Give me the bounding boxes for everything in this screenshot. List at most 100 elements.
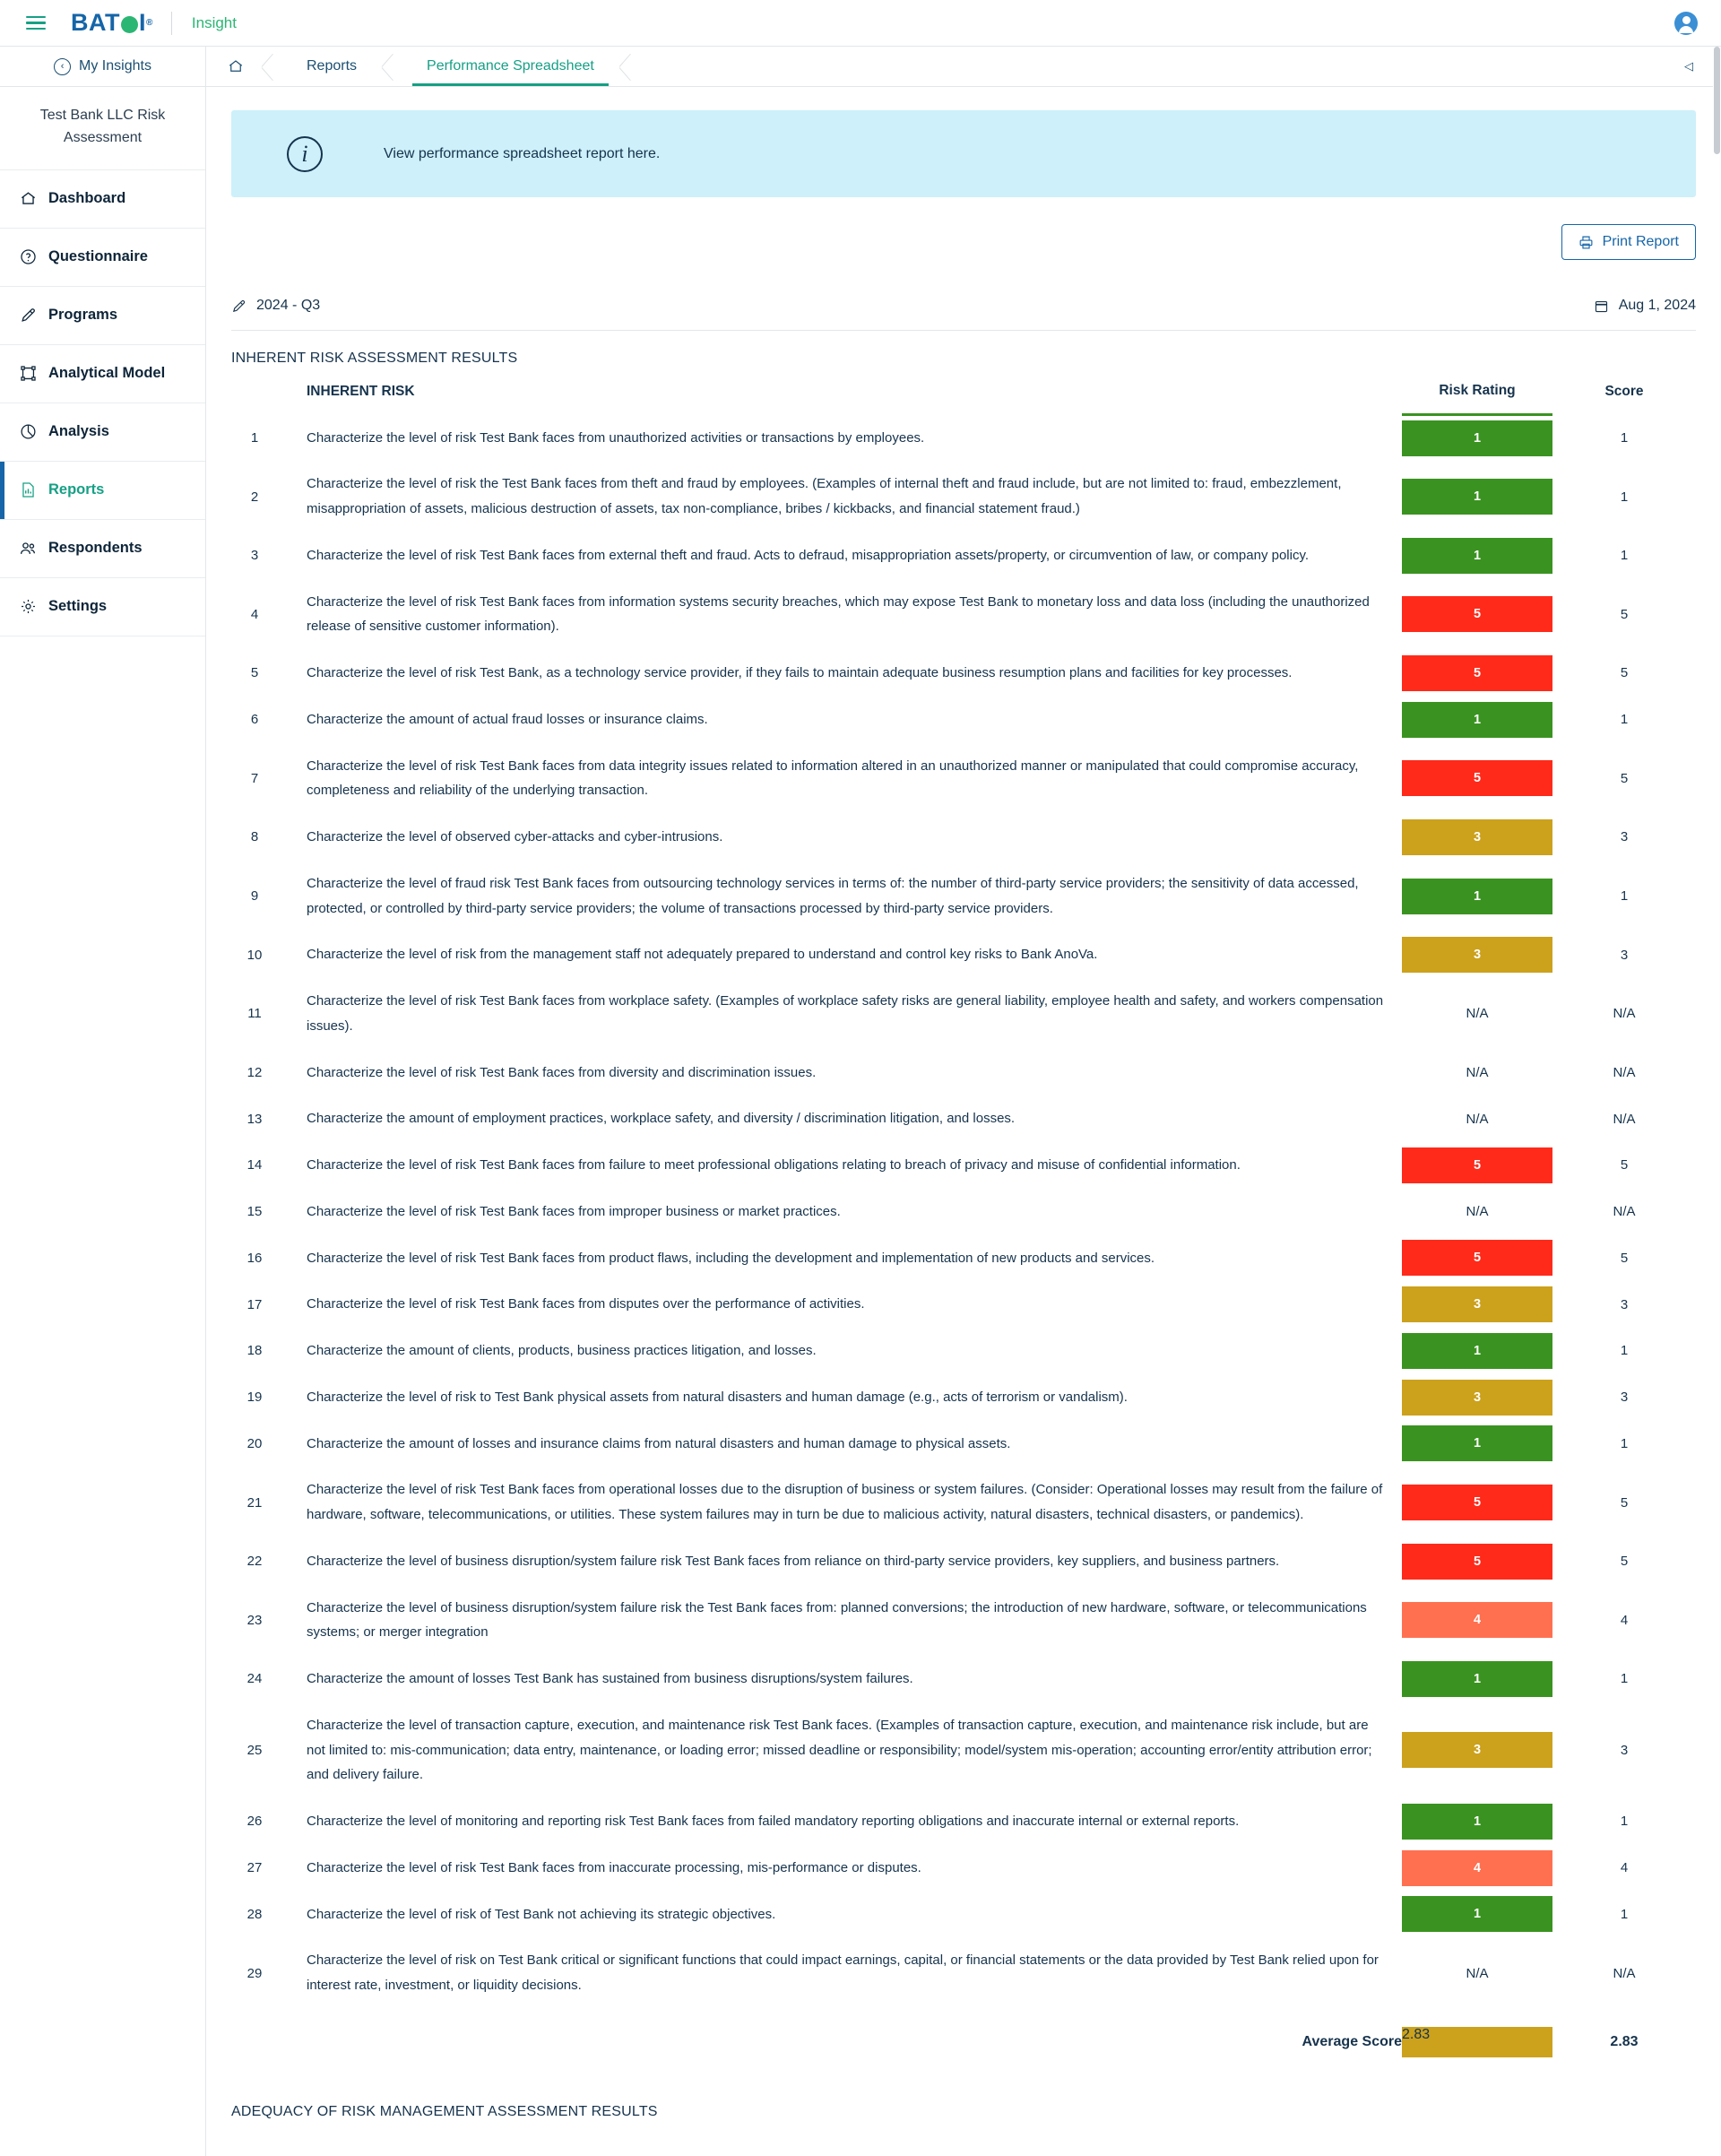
main-content: i View performance spreadsheet report he… (206, 87, 1721, 2156)
row-score-value: N/A (1613, 1965, 1636, 1981)
sidebar-item-programs[interactable]: Programs (0, 287, 205, 345)
sidebar-item-questionnaire[interactable]: Questionnaire (0, 229, 205, 287)
row-index: 15 (246, 1204, 263, 1220)
row-risk-rating-cell: N/A (1402, 1189, 1552, 1235)
row-risk-rating-cell: N/A (1402, 978, 1552, 1050)
row-risk-rating-cell: N/A (1402, 1050, 1552, 1096)
row-risk-rating-value: 3 (1402, 818, 1552, 855)
row-question-text: Characterize the level of risk Test Bank… (307, 1296, 865, 1312)
report-period-label: 2024 - Q3 (256, 298, 321, 313)
row-risk-rating-value: 3 (1402, 1732, 1552, 1769)
user-avatar-icon[interactable] (1674, 11, 1698, 35)
breadcrumb-item-performance-spreadsheet[interactable]: Performance Spreadsheet (403, 47, 618, 86)
page-scrollbar[interactable] (1713, 47, 1721, 2156)
table-row: 17 Characterize the level of risk Test Ba… (231, 1281, 1696, 1328)
sidebar-item-settings[interactable]: Settings (0, 578, 205, 636)
table-row: 13 Characterize the amount of employment … (231, 1095, 1696, 1142)
row-score-value: 5 (1620, 1250, 1629, 1266)
row-risk-rating-value: 1 (1402, 1803, 1552, 1840)
row-question-text: Characterize the level of risk Test Bank… (307, 1482, 1383, 1522)
row-question-text: Characterize the level of monitoring and… (307, 1814, 1240, 1829)
circle-back-arrow-icon: ‹ (54, 57, 72, 75)
row-score-value: 1 (1620, 1671, 1629, 1687)
row-score-value: 1 (1620, 1814, 1629, 1830)
row-score-value: 1 (1620, 489, 1629, 505)
table-row: 8 Characterize the level of observed cybe… (231, 814, 1696, 861)
row-score-value: 4 (1620, 1860, 1629, 1876)
row-risk-rating-cell: 4 (1402, 1585, 1552, 1657)
row-score-value: 5 (1620, 665, 1629, 681)
org-title: Test Bank LLC Risk Assessment (0, 87, 205, 170)
pie-chart-icon (18, 422, 38, 442)
row-question-text: Characterize the amount of clients, prod… (307, 1343, 817, 1358)
row-score-value: N/A (1613, 1006, 1636, 1022)
row-index: 21 (246, 1494, 263, 1511)
row-score-value: 3 (1620, 829, 1629, 845)
sidebar-item-analytical-model[interactable]: Analytical Model (0, 345, 205, 403)
print-report-label: Print Report (1602, 234, 1679, 249)
breadcrumb-separator (380, 47, 403, 87)
column-header-risk-rating: Risk Rating (1402, 367, 1552, 416)
row-risk-rating-value: 5 (1402, 1485, 1552, 1520)
table-row: 1 Characterize the level of risk Test Ban… (231, 415, 1696, 462)
row-question-text: Characterize the level of risk Test Bank… (307, 593, 1370, 635)
section-title-adequacy-of-risk-management: ADEQUACY OF RISK MANAGEMENT ASSESSMENT R… (231, 2103, 658, 2119)
row-question-text: Characterize the level of risk to Test B… (307, 1389, 1128, 1405)
row-risk-rating-cell: 3 (1402, 814, 1552, 861)
row-question-text: Characterize the level of risk Test Bank… (307, 1203, 841, 1219)
row-risk-rating-value: 5 (1402, 1543, 1552, 1580)
row-risk-rating-value: 5 (1402, 1240, 1552, 1277)
sidebar-item-label: Dashboard (48, 190, 126, 207)
avatar-wrapper[interactable] (1674, 11, 1698, 35)
breadcrumb-home[interactable] (206, 47, 260, 86)
sidebar-item-analysis[interactable]: Analysis (0, 403, 205, 462)
sidebar-item-respondents[interactable]: Respondents (0, 520, 205, 578)
row-index: 17 (246, 1296, 263, 1312)
inherent-risk-table: INHERENT RISK Risk Rating Score 1 Charact… (231, 367, 1696, 2057)
row-risk-rating-cell: N/A (1402, 1095, 1552, 1142)
row-risk-rating-cell: 5 (1402, 1142, 1552, 1189)
breadcrumb-item-reports[interactable]: Reports (283, 47, 380, 86)
table-row: 18 Characterize the amount of clients, pr… (231, 1328, 1696, 1374)
row-index: 4 (250, 606, 259, 622)
hamburger-icon[interactable] (26, 15, 46, 30)
row-index: 28 (246, 1906, 263, 1922)
average-score-label: Average Score (1302, 2033, 1402, 2049)
calendar-icon (1595, 300, 1607, 312)
column-header-inherent-risk: INHERENT RISK (307, 383, 415, 399)
row-score-value: 3 (1620, 1390, 1629, 1406)
row-score-value: 1 (1620, 429, 1629, 446)
table-row: 16 Characterize the level of risk Test Ba… (231, 1235, 1696, 1282)
row-score-value: 5 (1620, 1494, 1629, 1511)
batoi-logo[interactable]: BAT I ® (71, 11, 153, 35)
row-risk-rating-value: 5 (1402, 596, 1552, 633)
report-meta-row: 2024 - Q3 Aug 1, 2024 (206, 260, 1721, 314)
row-risk-rating-value: 5 (1402, 760, 1552, 797)
sidebar-item-label: Questionnaire (48, 248, 148, 265)
sidebar-item-reports[interactable]: Reports (0, 461, 205, 520)
row-index: 19 (246, 1390, 263, 1406)
page-scrollbar-thumb[interactable] (1714, 47, 1720, 154)
my-insights-button[interactable]: ‹ My Insights (0, 47, 206, 86)
print-report-button[interactable]: Print Report (1561, 224, 1696, 260)
average-score-value: 2.83 (1610, 2033, 1639, 2049)
row-risk-rating-cell: 1 (1402, 461, 1552, 533)
table-row: 5 Characterize the level of risk Test Ban… (231, 650, 1696, 697)
row-risk-rating-value: 5 (1402, 1147, 1552, 1183)
row-score-value: 5 (1620, 770, 1629, 786)
app-name: Insight (191, 13, 237, 31)
row-question-text: Characterize the level of risk Test Bank… (307, 1064, 817, 1080)
table-header: INHERENT RISK Risk Rating Score (231, 367, 1696, 416)
row-risk-rating-value: N/A (1466, 1204, 1489, 1220)
table-row: 28 Characterize the level of risk of Test… (231, 1892, 1696, 1938)
row-index: 18 (246, 1343, 263, 1359)
section-title-inherent-risk: INHERENT RISK ASSESSMENT RESULTS (231, 351, 518, 366)
table-row: 6 Characterize the amount of actual fraud… (231, 697, 1696, 743)
row-risk-rating-value: 3 (1402, 937, 1552, 974)
row-score-value: 1 (1620, 712, 1629, 728)
pen-icon (233, 299, 246, 312)
row-risk-rating-cell: 1 (1402, 1892, 1552, 1938)
divider (170, 11, 172, 35)
gear-icon (18, 597, 38, 617)
sidebar-item-dashboard[interactable]: Dashboard (0, 170, 205, 229)
